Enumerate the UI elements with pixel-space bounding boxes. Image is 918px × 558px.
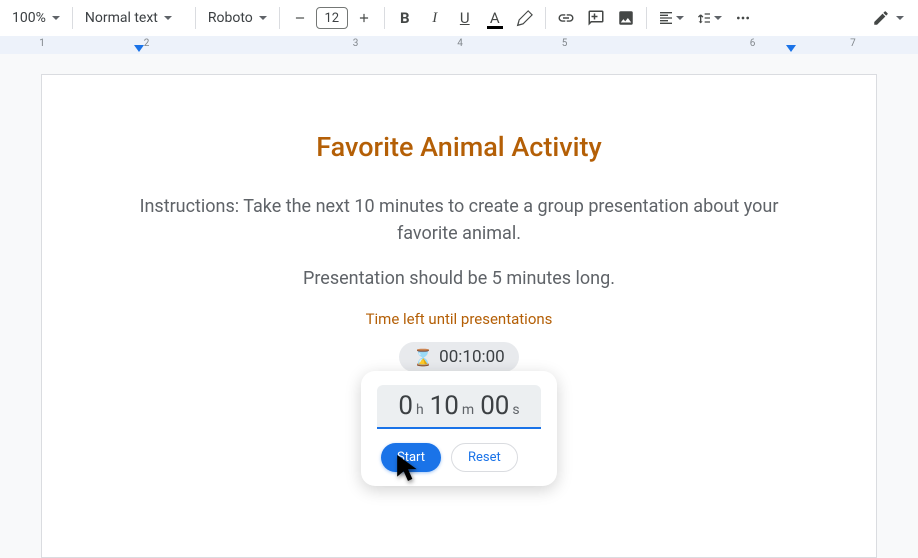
document-title: Favorite Animal Activity — [116, 131, 802, 163]
separator — [646, 7, 647, 29]
reset-button[interactable]: Reset — [451, 443, 518, 472]
caret-icon — [52, 16, 60, 20]
timer-seconds: 00 — [480, 391, 509, 421]
ruler: 1 2 3 4 5 6 7 — [0, 36, 918, 54]
font-size-input[interactable]: 12 — [316, 7, 348, 29]
start-button[interactable]: Start — [381, 443, 441, 472]
caret-icon — [164, 16, 172, 20]
timer-hours: 0 — [398, 391, 413, 421]
caret-icon — [259, 16, 267, 20]
separator — [384, 7, 385, 29]
underline-button[interactable]: U — [451, 4, 479, 32]
caret-icon — [896, 16, 904, 20]
insert-comment-button[interactable] — [582, 4, 610, 32]
timer-minutes: 10 — [430, 391, 459, 421]
editing-mode-button[interactable] — [864, 4, 912, 32]
left-indent-marker[interactable] — [134, 45, 144, 52]
text-color-button[interactable]: A — [481, 4, 509, 32]
separator — [545, 7, 546, 29]
hourglass-icon: ⌛ — [413, 348, 433, 367]
timer-label: Time left until presentations — [116, 310, 802, 328]
caret-icon — [676, 16, 684, 20]
timer-chip-value: 00:10:00 — [439, 347, 505, 367]
bold-button[interactable]: B — [391, 4, 419, 32]
right-indent-marker[interactable] — [786, 45, 796, 52]
timer-popover: 0 h 10 m 00 s Start Reset — [361, 371, 557, 486]
document-length-note: Presentation should be 5 minutes long. — [116, 265, 802, 292]
document-instructions: Instructions: Take the next 10 minutes t… — [116, 193, 802, 247]
highlight-color-button[interactable] — [511, 4, 539, 32]
style-value: Normal text — [85, 10, 158, 26]
timer-display[interactable]: 0 h 10 m 00 s — [377, 385, 541, 429]
more-button[interactable] — [729, 4, 757, 32]
timer-chip[interactable]: ⌛ 00:10:00 — [399, 342, 518, 372]
document-page[interactable]: Favorite Animal Activity Instructions: T… — [41, 74, 877, 558]
separator — [279, 7, 280, 29]
align-button[interactable] — [653, 4, 689, 32]
zoom-dropdown[interactable]: 100% — [6, 4, 66, 32]
paragraph-style-dropdown[interactable]: Normal text — [79, 4, 189, 32]
caret-icon — [714, 16, 722, 20]
insert-image-button[interactable] — [612, 4, 640, 32]
font-value: Roboto — [208, 10, 253, 26]
line-spacing-button[interactable] — [691, 4, 727, 32]
page-area: Favorite Animal Activity Instructions: T… — [0, 54, 918, 558]
insert-link-button[interactable] — [552, 4, 580, 32]
zoom-value: 100% — [12, 10, 46, 26]
minutes-unit: m — [462, 402, 474, 418]
toolbar: 100% Normal text Roboto 12 B I U A — [0, 0, 918, 36]
increase-font-size-button[interactable] — [350, 4, 378, 32]
italic-button[interactable]: I — [421, 4, 449, 32]
separator — [195, 7, 196, 29]
hours-unit: h — [416, 402, 424, 418]
font-dropdown[interactable]: Roboto — [202, 4, 273, 32]
decrease-font-size-button[interactable] — [286, 4, 314, 32]
seconds-unit: s — [512, 402, 519, 418]
separator — [72, 7, 73, 29]
